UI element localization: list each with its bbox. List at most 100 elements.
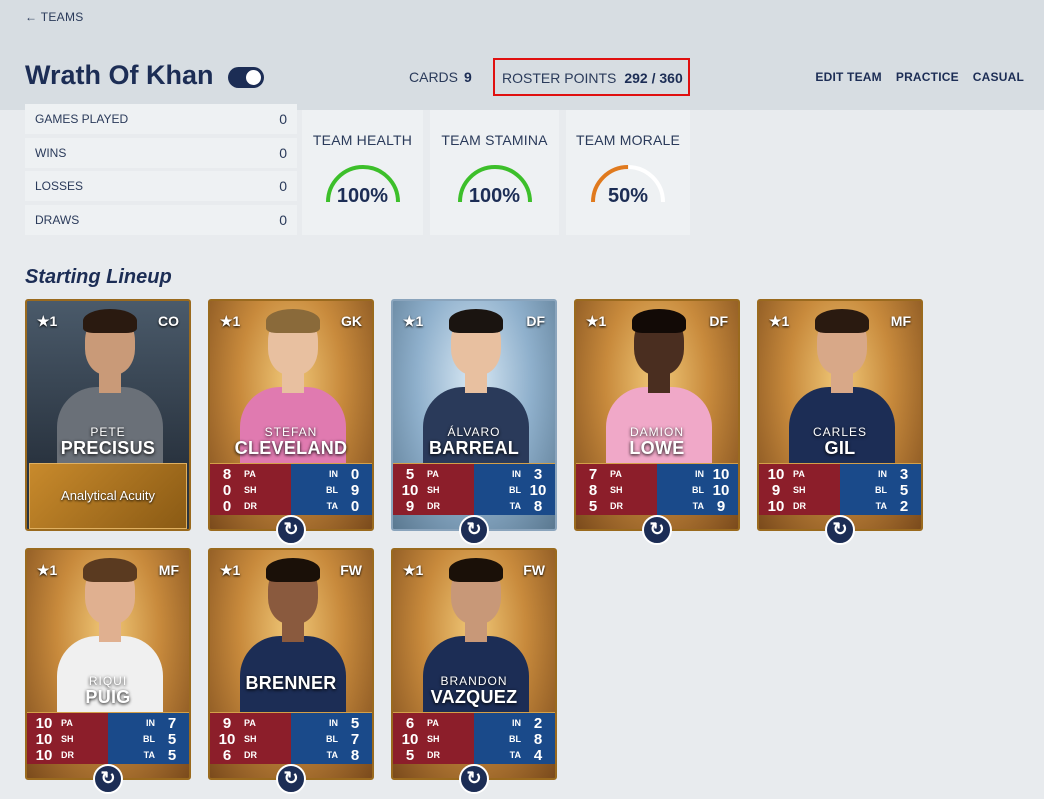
record-label: GAMES PLAYED [35,112,129,126]
stat-label: SH [427,485,440,495]
stat-label: DR [610,501,623,511]
stat-value: 7 [588,465,598,483]
record-value: 0 [279,211,287,228]
stat-row: 5 DR [582,497,651,515]
player-stats: 9 PA 10 SH 6 DR IN 5 BL 7 TA 8 [210,712,372,764]
swap-player-icon[interactable]: ↻ [459,764,489,794]
stat-row: 0 SH [216,482,285,499]
practice-link[interactable]: PRACTICE [896,70,959,84]
gauge-title: TEAM HEALTH [312,132,413,148]
player-card[interactable]: ★1 CO PETE PRECISUS Analytical Acuity [25,299,191,531]
stat-label: DR [61,750,74,760]
stat-value: 5 [899,481,909,499]
defense-stats: IN 7 BL 5 TA 5 [108,713,189,764]
stat-value: 6 [222,746,232,764]
stat-label: IN [512,469,521,479]
stat-row: 10 SH [399,482,468,499]
stat-value: 8 [350,746,360,764]
gauge-card: TEAM STAMINA 100% [430,110,559,235]
stat-value: 3 [899,465,909,483]
stat-label: IN [329,718,338,728]
attack-stats: 10 PA 9 SH 10 DR [759,464,840,515]
stat-value: 10 [35,714,53,732]
player-first-name: ÁLVARO [447,425,501,439]
card-level: ★1 [37,562,58,578]
stat-label: TA [875,501,887,511]
player-first-name: RIQUI [88,674,128,688]
stat-value: 5 [588,497,598,515]
card-position: FW [340,562,362,578]
defense-stats: IN 2 BL 8 TA 4 [474,713,555,764]
card-position: CO [158,313,179,329]
player-card[interactable]: ★1 DF ÁLVARO BARREAL 5 PA 10 SH 9 DR IN 3 BL 10 TA 8 [391,299,557,531]
stat-row: 6 PA [399,715,468,732]
team-name: Wrath Of Khan [25,60,214,90]
record-label: WINS [35,145,67,160]
gauge-card: TEAM HEALTH 100% [302,110,423,235]
stat-row: BL 10 [663,482,732,499]
player-first-name: PETE [90,425,126,439]
starting-lineup-heading: Starting Lineup [25,266,172,288]
edit-team-link[interactable]: EDIT TEAM [815,70,881,84]
player-name: RIQUI PUIG [27,674,189,706]
player-stats: 8 PA 0 SH 0 DR IN 0 BL 9 TA 0 [210,463,372,515]
casual-link[interactable]: CASUAL [973,70,1024,84]
stat-label: IN [146,718,155,728]
portrait-hair [449,309,503,333]
record-value: 0 [279,178,287,194]
player-card[interactable]: ★1 FW BRENNER 9 PA 10 SH 6 DR IN 5 BL 7 TA 8 [208,548,374,780]
stat-label: TA [326,750,338,760]
stat-value: 5 [350,714,360,732]
player-name: ÁLVARO BARREAL [393,425,555,457]
stat-row: 10 SH [216,731,285,748]
player-card[interactable]: ★1 MF RIQUI PUIG 10 PA 10 SH 10 DR IN 7 BL 5 TA 5 [25,548,191,780]
gauge-title: TEAM MORALE [575,132,681,148]
team-actions: EDIT TEAM PRACTICE CASUAL [815,70,1024,84]
swap-player-icon[interactable]: ↻ [459,515,489,545]
stat-row: 6 DR [216,746,285,764]
stat-value: 5 [167,746,177,764]
player-stats: 10 PA 9 SH 10 DR IN 3 BL 5 TA 2 [759,463,921,515]
stat-label: SH [610,485,623,495]
swap-player-icon[interactable]: ↻ [642,515,672,545]
swap-player-icon[interactable]: ↻ [276,764,306,794]
card-position: GK [341,313,362,329]
defense-stats: IN 3 BL 5 TA 2 [840,464,921,515]
player-card[interactable]: ★1 GK STEFAN CLEVELAND 8 PA 0 SH 0 DR IN 0 BL 9 TA 0 [208,299,374,531]
attack-stats: 9 PA 10 SH 6 DR [210,713,291,764]
player-card[interactable]: ★1 MF CARLES GIL 10 PA 9 SH 10 DR IN 3 BL 5 TA 2 [757,299,923,531]
stat-label: SH [427,734,440,744]
team-active-toggle[interactable] [228,67,264,88]
gauge-title: TEAM STAMINA [441,132,548,148]
team-record: GAMES PLAYED 0 WINS 0 LOSSES 0 DRAWS 0 [25,104,297,238]
stat-row: TA 8 [297,746,366,764]
stat-value: 10 [712,465,730,483]
player-first-name: CARLES [812,425,868,439]
roster-points-label: ROSTER POINTS [502,70,617,86]
stat-row: 10 PA [765,466,834,483]
swap-player-icon[interactable]: ↻ [276,515,306,545]
stat-value: 9 [350,481,360,499]
stat-value: 8 [222,465,232,483]
swap-player-icon[interactable]: ↻ [93,764,123,794]
stat-value: 2 [533,714,543,732]
player-stats: 7 PA 8 SH 5 DR IN 10 BL 10 TA 9 [576,463,738,515]
stat-label: SH [61,734,74,744]
stat-row: BL 8 [480,731,549,748]
swap-player-icon[interactable]: ↻ [825,515,855,545]
card-level: ★1 [586,313,607,329]
player-card[interactable]: ★1 FW BRANDON VAZQUEZ 6 PA 10 SH 5 DR IN 2 BL 8 TA 4 [391,548,557,780]
stat-row: 5 DR [399,747,468,764]
stat-row: 9 PA [216,715,285,732]
back-to-teams-link[interactable]: ← TEAMS [25,10,84,24]
stat-value: 7 [350,730,360,748]
stat-row: 9 DR [399,498,468,515]
player-card[interactable]: ★1 DF DAMION LOWE 7 PA 8 SH 5 DR IN 10 BL 10 TA 9 [574,299,740,531]
portrait-hair [83,558,137,582]
stat-label: TA [692,501,704,511]
stat-value: 9 [716,497,726,515]
stat-label: BL [509,734,521,744]
stat-row: IN 7 [114,715,183,732]
stat-label: PA [244,718,256,728]
attack-stats: 7 PA 8 SH 5 DR [576,464,657,515]
